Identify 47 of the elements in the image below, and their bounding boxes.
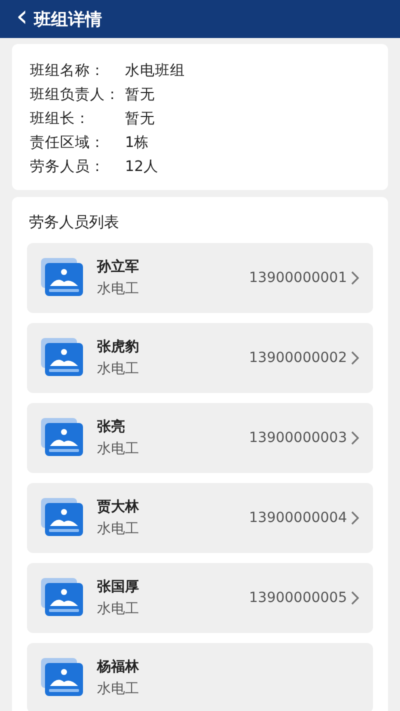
field-label: 班组负责人：: [30, 86, 121, 104]
field-label: 班组长：: [30, 110, 91, 128]
worker-name: 贾大林: [97, 498, 140, 516]
back-button[interactable]: ‹: [16, 0, 28, 36]
worker-role: 水电工: [97, 280, 140, 298]
phone-number: 13900000004: [249, 510, 347, 526]
field-label: 劳务人员：: [30, 158, 106, 176]
worker-role: 水电工: [97, 600, 140, 618]
chevron-right-icon: [351, 431, 359, 445]
image-placeholder-icon: [41, 338, 85, 378]
section-title: 劳务人员列表: [29, 212, 120, 233]
worker-name: 张国厚: [97, 578, 140, 596]
chevron-right-icon: [351, 271, 359, 285]
field-value: 1栋: [125, 134, 150, 152]
worker-name: 孙立军: [97, 258, 140, 276]
worker-name: 杨福林: [97, 658, 140, 676]
phone-number: 13900000003: [249, 430, 347, 446]
field-label: 班组名称：: [30, 62, 106, 80]
worker-item[interactable]: 孙立军 水电工 13900000001: [27, 243, 373, 313]
image-placeholder-icon: [41, 258, 85, 298]
worker-item[interactable]: 杨福林 水电工: [27, 643, 373, 711]
field-value: 暂无: [125, 110, 155, 128]
field-value: 水电班组: [125, 62, 185, 80]
worker-role: 水电工: [97, 680, 140, 698]
phone-number: 13900000002: [249, 350, 347, 366]
image-placeholder-icon: [41, 658, 85, 698]
worker-role: 水电工: [97, 520, 140, 538]
chevron-right-icon: [351, 351, 359, 365]
worker-item[interactable]: 张虎豹 水电工 13900000002: [27, 323, 373, 393]
page-title: 班组详情: [34, 8, 102, 30]
worker-name: 张亮: [97, 418, 126, 436]
worker-role: 水电工: [97, 440, 140, 458]
worker-item[interactable]: 张亮 水电工 13900000003: [27, 403, 373, 473]
chevron-right-icon: [351, 591, 359, 605]
field-label: 责任区域：: [30, 134, 106, 152]
chevron-right-icon: [351, 511, 359, 525]
worker-role: 水电工: [97, 360, 140, 378]
field-value: 暂无: [125, 86, 155, 104]
field-value: 12人: [125, 158, 158, 176]
image-placeholder-icon: [41, 498, 85, 538]
phone-number: 13900000005: [249, 590, 347, 606]
phone-number: 13900000001: [249, 270, 347, 286]
worker-item[interactable]: 贾大林 水电工 13900000004: [27, 483, 373, 553]
worker-item[interactable]: 张国厚 水电工 13900000005: [27, 563, 373, 633]
image-placeholder-icon: [41, 578, 85, 618]
worker-name: 张虎豹: [97, 338, 140, 356]
image-placeholder-icon: [41, 418, 85, 458]
